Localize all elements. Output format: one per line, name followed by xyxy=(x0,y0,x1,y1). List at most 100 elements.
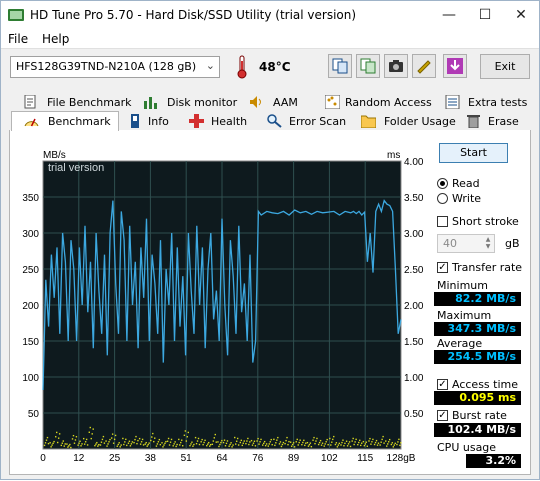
write-radio[interactable] xyxy=(437,193,448,204)
access-time-point xyxy=(148,442,150,444)
burst-rate-checkbox[interactable]: ✓ xyxy=(437,410,448,421)
access-time-point xyxy=(284,442,286,445)
access-time-point xyxy=(263,440,266,443)
access-time-point xyxy=(374,441,377,444)
access-time-point xyxy=(230,442,232,444)
access-time-point xyxy=(249,441,251,443)
access-time-point xyxy=(45,439,48,441)
access-time-point xyxy=(196,440,199,442)
access-time-point xyxy=(360,444,362,447)
access-time-point xyxy=(347,443,350,445)
access-time-point xyxy=(137,439,139,442)
access-time-point xyxy=(92,428,94,430)
access-time-point xyxy=(85,438,88,441)
start-button[interactable]: Start xyxy=(439,143,508,163)
access-time-point xyxy=(353,443,355,446)
access-time-point xyxy=(74,439,77,441)
access-time-point xyxy=(288,440,290,443)
access-time-point xyxy=(291,443,294,446)
short-stroke-label: Short stroke xyxy=(452,215,519,228)
tab-benchmark[interactable]: Benchmark xyxy=(11,111,119,131)
access-time-point xyxy=(185,440,188,442)
access-time-point xyxy=(190,443,192,445)
x-tick-label: 51 xyxy=(181,453,193,464)
access-time-point xyxy=(370,443,372,445)
burst-rate-value: 102.4 MB/s xyxy=(434,423,521,437)
access-time-point xyxy=(391,442,394,444)
access-time-point xyxy=(81,443,83,445)
access-time-point xyxy=(243,440,245,442)
cpu-usage-label: CPU usage xyxy=(437,441,497,454)
access-time-point xyxy=(296,438,298,441)
access-time-point xyxy=(289,441,292,443)
access-time-point xyxy=(89,426,91,429)
access-time-point xyxy=(184,430,187,432)
access-time-point xyxy=(371,441,373,443)
access-time-point xyxy=(220,441,222,444)
access-time-point xyxy=(397,441,399,443)
access-time-point xyxy=(269,441,271,443)
access-time-point xyxy=(203,441,205,444)
access-time-point xyxy=(381,438,383,441)
short-stroke-checkbox[interactable] xyxy=(437,216,448,227)
access-time-point xyxy=(318,441,321,444)
access-time-point xyxy=(364,443,367,445)
read-radio[interactable] xyxy=(437,178,448,189)
access-time-point xyxy=(226,440,229,442)
access-time-point xyxy=(197,437,200,440)
access-time-point xyxy=(375,439,378,442)
x-tick-label: 102 xyxy=(321,453,338,464)
access-time-point xyxy=(52,442,54,445)
access-time-point xyxy=(368,440,370,442)
access-time-point xyxy=(273,438,275,441)
access-time-point xyxy=(307,445,310,447)
access-time-point xyxy=(298,441,300,444)
access-time-point xyxy=(250,439,253,442)
maximum-value: 347.3 MB/s xyxy=(434,322,521,336)
access-time-point xyxy=(392,446,395,448)
access-time-point xyxy=(387,441,390,443)
access-time-point xyxy=(302,441,304,444)
access-time-point xyxy=(342,439,344,441)
access-time-point xyxy=(195,442,198,445)
access-time-point xyxy=(70,446,72,449)
access-time-point xyxy=(95,443,97,445)
y-tick-label-right: 3.50 xyxy=(404,193,424,204)
access-time-point xyxy=(193,443,195,446)
access-time-point xyxy=(362,440,365,443)
access-time-point xyxy=(60,444,63,447)
access-time-point xyxy=(67,446,69,448)
read-label: Read xyxy=(452,177,480,190)
access-time-point xyxy=(88,431,90,433)
access-time-point xyxy=(142,444,145,446)
short-stroke-spinner[interactable]: 40 ▲ ▼ xyxy=(437,234,495,253)
access-time-point xyxy=(138,437,141,440)
y-axis-right-label: ms xyxy=(387,150,400,161)
access-time-point xyxy=(336,446,339,448)
access-time-point xyxy=(334,443,337,446)
access-time-point xyxy=(256,440,258,442)
access-time-point xyxy=(150,439,152,442)
access-time-point xyxy=(224,445,227,447)
access-time-point xyxy=(366,445,368,447)
access-time-point xyxy=(219,443,221,446)
access-time-point xyxy=(112,442,115,444)
access-time-point xyxy=(281,443,284,446)
access-time-point xyxy=(305,442,307,444)
access-time-point xyxy=(248,443,250,446)
access-time-point xyxy=(240,439,242,442)
access-time-point xyxy=(237,444,240,446)
access-time-point xyxy=(139,443,142,445)
y-tick-label-right: 3.00 xyxy=(404,229,424,240)
access-time-point xyxy=(365,441,368,443)
spinner-arrows-icon[interactable]: ▲ ▼ xyxy=(483,236,493,250)
transfer-rate-checkbox[interactable]: ✓ xyxy=(437,262,448,273)
access-time-point xyxy=(194,436,197,439)
access-time-point xyxy=(152,432,154,435)
access-time-point xyxy=(333,435,335,438)
access-time-point xyxy=(69,443,71,446)
access-time-point xyxy=(394,442,396,445)
access-time-point xyxy=(242,442,244,444)
access-time-checkbox[interactable]: ✓ xyxy=(437,379,448,390)
access-time-point xyxy=(46,436,49,439)
